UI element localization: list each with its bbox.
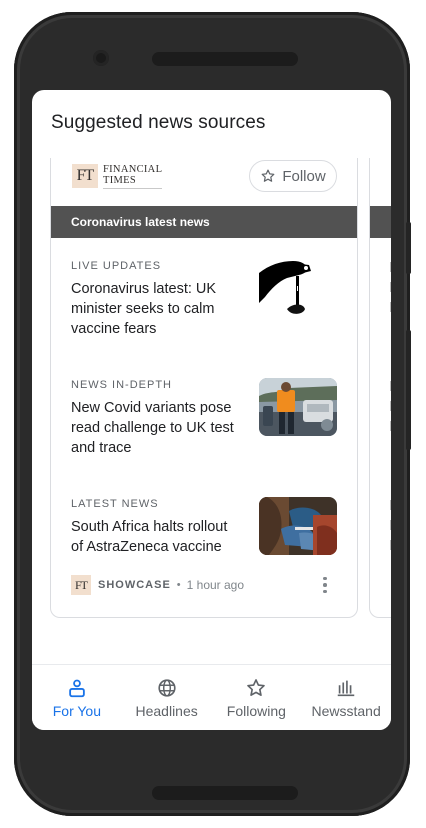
next-card-text-fragment xyxy=(390,302,391,312)
article-headline: Coronavirus latest: UK minister seeks to… xyxy=(71,281,217,337)
publisher-name-line2: Times xyxy=(103,175,136,186)
next-card-text-fragment xyxy=(390,540,391,550)
more-options-icon[interactable] xyxy=(319,574,331,596)
nav-label: For You xyxy=(52,703,101,719)
bottom-navigation: For You Headlines Following Newsstand xyxy=(32,664,391,730)
follow-label: Follow xyxy=(282,167,326,185)
nav-for-you[interactable]: For You xyxy=(32,665,122,730)
ft-logo-mark: FT xyxy=(72,164,98,188)
follow-button[interactable]: Follow xyxy=(249,160,337,192)
next-card-text-fragment xyxy=(390,262,391,272)
app-screen: Suggested news sources FT Financial Time… xyxy=(32,90,391,730)
next-card-text-fragment xyxy=(390,500,391,510)
next-card-text-fragment xyxy=(390,520,391,530)
vaccine-drop-image xyxy=(259,259,337,317)
next-card-section-header xyxy=(370,206,391,238)
nav-label: Newsstand xyxy=(311,703,381,719)
nav-newsstand[interactable]: Newsstand xyxy=(301,665,391,730)
next-card-text-fragment xyxy=(390,282,391,292)
globe-icon xyxy=(158,679,176,697)
star-outline-icon xyxy=(261,169,275,182)
next-source-card[interactable] xyxy=(369,158,391,618)
article-item[interactable]: News in-depth New Covid variants pose re… xyxy=(71,378,337,458)
nav-headlines[interactable]: Headlines xyxy=(122,665,212,730)
star-icon xyxy=(247,679,266,696)
timestamp: 1 hour ago xyxy=(186,578,245,592)
volume-button[interactable] xyxy=(406,330,411,450)
newsstand-icon xyxy=(337,680,355,697)
separator-dot: • xyxy=(176,579,181,591)
section-header: Coronavirus latest news xyxy=(51,206,357,238)
card-footer: FT SHOWCASE • 1 hour ago xyxy=(71,574,337,596)
article-item[interactable]: Latest news South Africa halts rollout o… xyxy=(71,497,337,557)
publisher-name-line1: Financial xyxy=(103,164,163,175)
news-source-card[interactable]: FT Financial Times Follow Coronavirus la… xyxy=(50,158,358,618)
bottom-speaker xyxy=(152,786,298,800)
test-and-trace-photo xyxy=(259,378,337,436)
article-item[interactable]: Live updates Coronavirus latest: UK mini… xyxy=(71,259,337,339)
next-card-text-fragment xyxy=(390,401,391,411)
nav-following[interactable]: Following xyxy=(212,665,302,730)
vaccination-photo xyxy=(259,497,337,555)
publisher-name: Financial Times xyxy=(103,163,163,189)
for-you-icon xyxy=(69,679,85,698)
next-card-text-fragment xyxy=(390,381,391,391)
nav-label: Headlines xyxy=(135,703,198,719)
publisher-logo: FT Financial Times xyxy=(72,163,163,189)
nav-label: Following xyxy=(226,703,286,719)
showcase-label: SHOWCASE xyxy=(98,579,171,591)
front-camera xyxy=(93,50,109,66)
ft-mini-logo: FT xyxy=(71,575,91,595)
article-headline: South Africa halts rollout of AstraZenec… xyxy=(71,519,228,555)
page-title: Suggested news sources xyxy=(51,112,266,133)
next-card-text-fragment xyxy=(390,421,391,431)
power-button[interactable] xyxy=(406,222,411,274)
top-speaker xyxy=(152,52,298,66)
article-headline: New Covid variants pose read challenge t… xyxy=(71,400,234,456)
